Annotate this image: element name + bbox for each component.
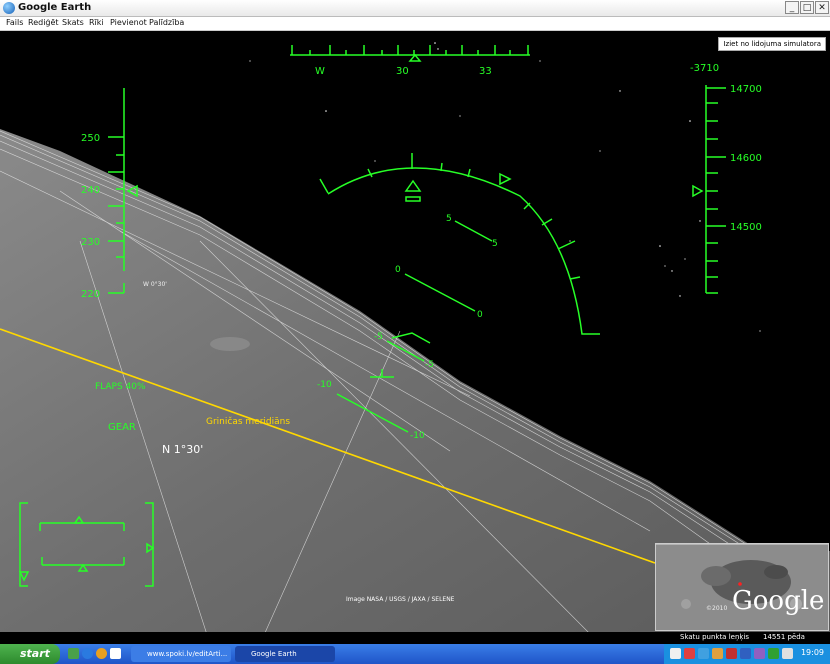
map-copyright: ©2010 (706, 605, 728, 612)
google-earth-icon (3, 2, 15, 14)
media-player-icon[interactable] (110, 648, 121, 659)
flaps-indicator: FLAPS 40% (95, 382, 146, 392)
altitude-label-14700: 14700 (730, 84, 762, 95)
volume-icon[interactable] (782, 648, 793, 659)
pitch-label-m10-right: -10 (410, 431, 425, 441)
meridian-label: Griničas meridiāns (206, 416, 290, 427)
altitude-label-14500: 14500 (730, 222, 762, 233)
menu-add[interactable]: Pievienot (110, 18, 147, 27)
tray-icon[interactable] (670, 648, 681, 659)
bank-angle-arc (319, 153, 600, 335)
pitch-label-5-left: 5 (446, 214, 452, 224)
menu-file[interactable]: Fails (6, 18, 23, 27)
overview-map[interactable]: ©2010 Google (655, 543, 829, 631)
latitude-label: N 1°30' (162, 443, 203, 456)
altitude-pointer-icon (692, 184, 704, 198)
firefox-icon[interactable] (96, 648, 107, 659)
tray-icon[interactable] (754, 648, 765, 659)
aircraft-reference-icon (405, 196, 421, 202)
menu-view[interactable]: Skats (62, 18, 84, 27)
heading-tape: W 30 33 (290, 45, 530, 77)
exit-simulator-button[interactable]: Iziet no lidojuma simulatora (718, 37, 826, 51)
task-browser-label: www.spoki.lv/editArti... (147, 650, 228, 658)
start-button[interactable]: start (0, 644, 60, 664)
menu-bar: Fails Rediģēt Skats Rīki Pievienot Palīd… (0, 17, 830, 31)
clock: 19:09 (800, 648, 824, 657)
window-title: Google Earth (18, 2, 92, 13)
gear-indicator: GEAR (108, 422, 136, 433)
heading-label-33: 33 (479, 66, 492, 77)
close-button[interactable]: ✕ (815, 1, 829, 14)
vertical-speed-readout: -3710 (690, 63, 719, 74)
system-tray: 19:09 (664, 644, 830, 664)
pitch-label-m10-left: -10 (317, 380, 332, 390)
google-logo: Google (732, 586, 825, 616)
menu-help[interactable]: Palīdzība (149, 18, 184, 27)
task-google-earth-label: Google Earth (251, 650, 297, 658)
menu-tools[interactable]: Rīki (89, 18, 104, 27)
pitch-label-5-right: 5 (492, 239, 498, 249)
taskbar-task-browser[interactable]: www.spoki.lv/editArti... (131, 646, 231, 662)
speed-label-240: 240 (81, 185, 100, 196)
slip-indicator-icon (499, 172, 512, 186)
tray-icon[interactable] (684, 648, 695, 659)
menu-edit[interactable]: Rediģēt (28, 18, 59, 27)
heading-label-w: W (315, 66, 325, 77)
bank-pointer-icon (404, 179, 422, 192)
tray-icon[interactable] (712, 648, 723, 659)
tray-icon[interactable] (698, 648, 709, 659)
desktop-icon[interactable] (68, 648, 79, 659)
status-bar: Skatu punkta leņķis 14551 pēda (0, 632, 830, 644)
longitude-label: W 0°30' (143, 281, 167, 288)
speed-label-230: 230 (81, 237, 100, 248)
heading-marker-icon (408, 53, 422, 62)
tray-icon[interactable] (768, 648, 779, 659)
taskbar: start www.spoki.lv/editArti... Google Ea… (0, 644, 830, 664)
speed-label-220: 220 (81, 289, 100, 300)
altitude-tape: 14700 14600 14500 (692, 84, 762, 294)
imagery-credit: Image NASA / USGS / JAXA / SELENE (346, 596, 455, 603)
star-field (249, 42, 761, 332)
pitch-label-m5-left: -5 (374, 332, 383, 342)
view-angle-label: Skatu punkta leņķis (680, 633, 750, 641)
title-bar: Google Earth _ □ ✕ (0, 0, 830, 17)
pitch-label-0-left: 0 (395, 265, 401, 275)
crater (210, 337, 250, 351)
taskbar-task-google-earth[interactable]: Google Earth (235, 646, 335, 662)
maximize-button[interactable]: □ (800, 1, 814, 14)
heading-label-30: 30 (396, 66, 409, 77)
pitch-label-m5-right: -5 (425, 360, 434, 370)
speed-label-250: 250 (81, 133, 100, 144)
pitch-label-0-right: 0 (477, 310, 483, 320)
internet-explorer-icon[interactable] (82, 648, 93, 659)
earth-viewport[interactable]: W 30 33 -3710 250 240 230 220 14700 1460… (0, 31, 830, 644)
minimize-button[interactable]: _ (785, 1, 799, 14)
eye-altitude: 14551 pēda (763, 633, 805, 641)
tray-icon[interactable] (726, 648, 737, 659)
altitude-label-14600: 14600 (730, 153, 762, 164)
tray-icon[interactable] (740, 648, 751, 659)
